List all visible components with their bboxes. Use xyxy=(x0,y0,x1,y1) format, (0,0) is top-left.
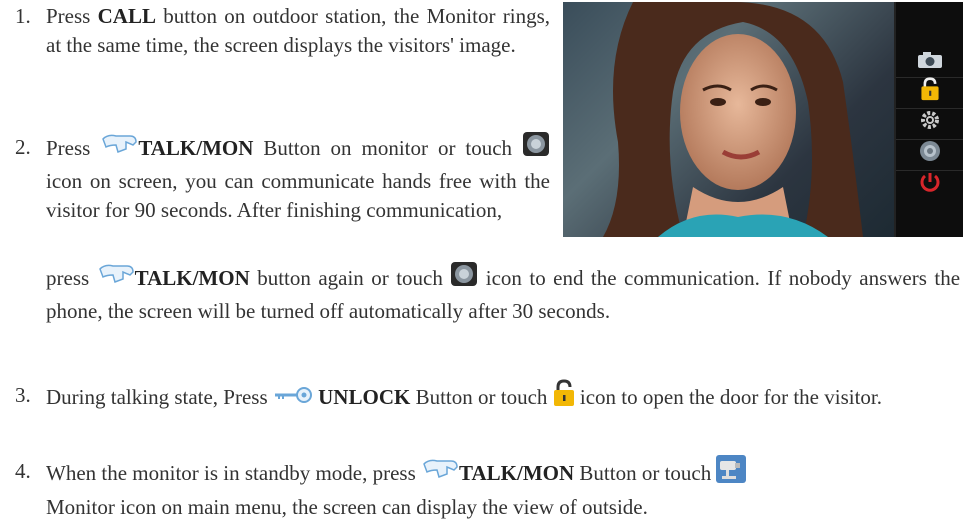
call-keyword: CALL xyxy=(97,4,156,28)
settings-button[interactable] xyxy=(896,109,963,140)
speaker-icon xyxy=(522,131,550,165)
item-number: 4. xyxy=(15,459,31,483)
talk-mon-keyword: TALK/MON xyxy=(138,135,254,160)
monitor-screen-image xyxy=(563,2,963,237)
item-text: Press TALK/MON Button on monitor or touc… xyxy=(46,131,550,225)
talk-mon-keyword: TALK/MON xyxy=(459,460,575,485)
gear-icon xyxy=(919,109,941,139)
handset-icon xyxy=(97,263,135,293)
item-text: During talking state, Press UNLOCK Butto… xyxy=(46,379,960,417)
item-number: 3. xyxy=(15,383,31,407)
instruction-item-4: 4. When the monitor is in standby mode, … xyxy=(15,455,960,522)
talk-mon-keyword: TALK/MON xyxy=(134,265,250,290)
instruction-item-1: 1. Press CALL button on outdoor station,… xyxy=(15,2,550,60)
talk-button[interactable] xyxy=(896,140,963,171)
unlock-keyword: UNLOCK xyxy=(318,384,411,409)
instruction-item-2-continued: press TALK/MON button again or touch ico… xyxy=(46,261,960,326)
instruction-item-3: 3. During talking state, Press UNLOCK Bu… xyxy=(15,379,960,417)
speaker-icon xyxy=(450,261,478,295)
unlock-button[interactable] xyxy=(896,77,963,109)
visitor-photo xyxy=(563,2,896,237)
lock-icon xyxy=(920,77,940,109)
monitor-side-menu xyxy=(894,2,963,237)
power-button[interactable] xyxy=(896,171,963,201)
item-number: 2. xyxy=(15,135,31,159)
item-text: When the monitor is in standby mode, pre… xyxy=(46,455,960,522)
instruction-item-2: 2. Press TALK/MON Button on monitor or t… xyxy=(15,131,550,225)
handset-icon xyxy=(421,458,459,488)
item-number: 1. xyxy=(15,4,31,28)
camera-icon xyxy=(917,48,943,77)
lock-icon xyxy=(553,379,575,415)
power-icon xyxy=(919,171,941,201)
handset-icon xyxy=(100,133,138,163)
item-text: Press CALL button on outdoor station, th… xyxy=(46,4,551,57)
cctv-camera-icon xyxy=(716,455,747,491)
speaker-icon xyxy=(919,140,941,170)
snapshot-button[interactable] xyxy=(896,47,963,78)
key-icon xyxy=(273,383,313,412)
